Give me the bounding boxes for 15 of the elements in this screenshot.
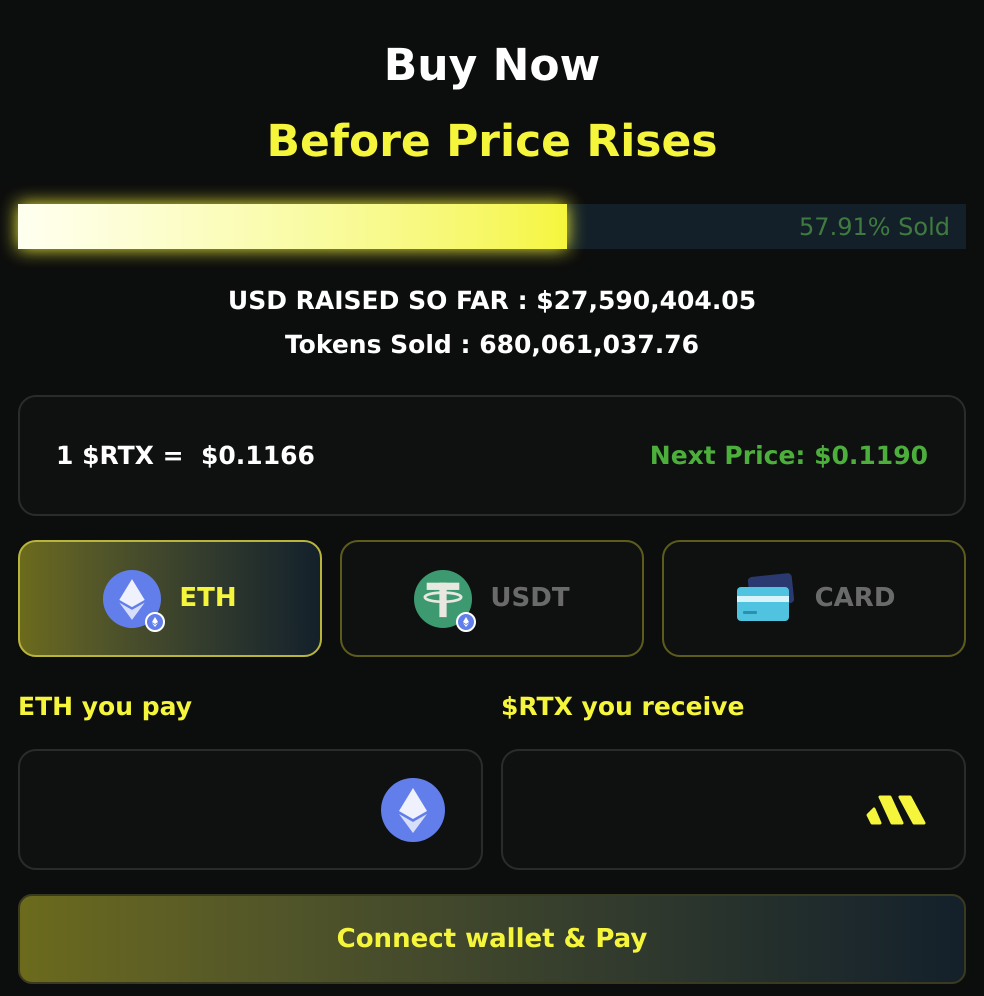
- subtitle: Before Price Rises: [265, 115, 719, 169]
- stat-line: USD RAISED SO FAR : $27,590,404.05: [228, 285, 756, 317]
- progress-label: 57.91% Sold: [799, 212, 951, 242]
- amount-field[interactable]: [501, 749, 966, 870]
- current-price: 1 $RTX = $0.1166: [56, 440, 315, 472]
- next-price: Next Price: $0.1190: [650, 440, 928, 472]
- amount-field[interactable]: [18, 749, 483, 870]
- field-label: $RTX you receive: [501, 691, 746, 723]
- token-logo-icon: [864, 792, 928, 826]
- field-label: ETH you pay: [18, 691, 194, 723]
- payment-method-tab[interactable]: CARD: [662, 540, 966, 657]
- stat-line: Tokens Sold : 680,061,037.76: [284, 329, 700, 361]
- connect-wallet-button[interactable]: Connect wallet & Pay: [18, 894, 966, 984]
- ethereum-icon: [381, 778, 445, 842]
- title: Buy Now: [382, 39, 602, 93]
